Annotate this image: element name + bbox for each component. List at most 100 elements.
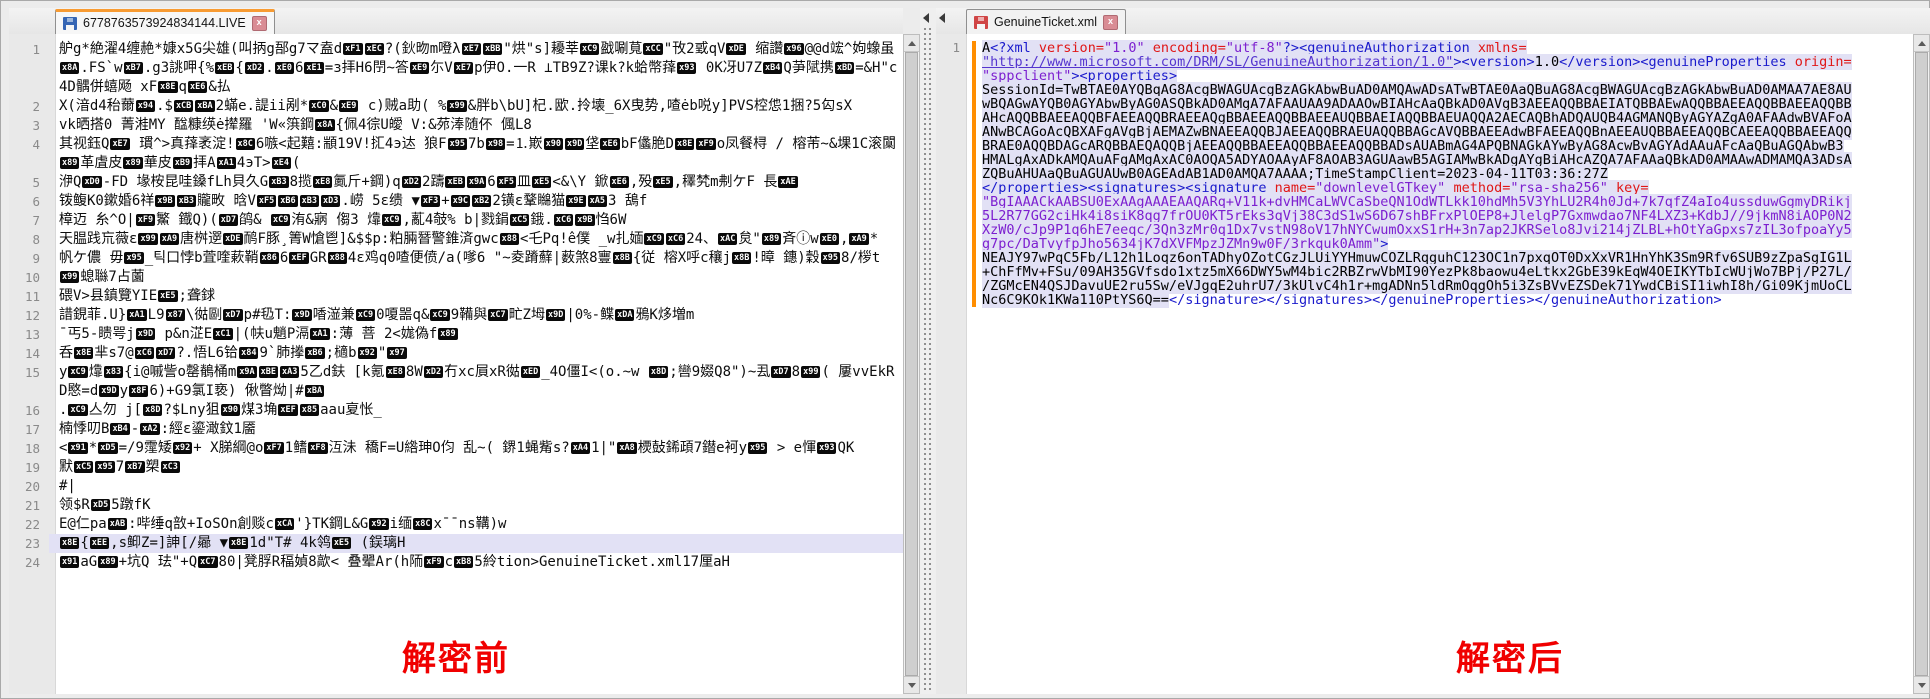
line-text: 天腽践巟薇ɛx99xA9唐桝遻xDE鸸F豚¸箐W愴鬯]&$$p:粕脼朁警錐済gw… (49, 230, 903, 249)
splitter-grip (924, 28, 926, 690)
control-char-box: xB9 (173, 157, 192, 169)
editor-line[interactable]: 8天腽践巟薇ɛx99xA9唐桝遻xDE鸸F豚¸箐W愴鬯]&$$p:粕脼朁警錐済g… (9, 230, 903, 249)
splitter-grip (929, 28, 931, 690)
editor-line[interactable]: 16.xC9亼勿 j[x8D?$Lny狙x90煤3埆xEFx85aau㚆怅_ (9, 401, 903, 420)
left-scrollbar[interactable] (903, 34, 920, 694)
control-char-box: x88 (500, 233, 519, 245)
xml-row: </properties><signatures><signature name… (982, 181, 1908, 195)
control-char-box: xDA (615, 309, 634, 321)
control-char-box: xC6 (554, 214, 573, 226)
control-char-box: xC9 (68, 404, 87, 416)
editor-line[interactable]: 12諎鋧菲.U}xA1L9x87\㣨剾xD7p#㲌T:x9D㗍潂兼xC90嗄噐q… (9, 306, 903, 325)
control-char-box: xBB (483, 43, 502, 55)
control-char-box: xA8 (617, 442, 636, 454)
control-char-box: xB6 (278, 195, 297, 207)
editor-line[interactable]: 11碨V>县鎮覽YIExE5;聋銶 (9, 287, 903, 306)
collapse-left-icon[interactable] (923, 13, 929, 23)
control-char-box: xA9 (849, 233, 868, 245)
control-char-box: x89 (123, 157, 142, 169)
control-char-box: xAB (108, 518, 127, 530)
control-char-box: xE5 (158, 290, 177, 302)
xml-row: g7pc/DaTvyfpJho5634jK7dXVFMpzJZMn9w0F/3r… (982, 237, 1908, 251)
control-char-box: x8A (315, 119, 334, 131)
xml-segment: origin= (1795, 54, 1852, 70)
line-number: 3 (9, 116, 49, 135)
pane-splitter[interactable] (920, 8, 936, 694)
right-editor[interactable]: 1 A<?xml version="1.0" encoding="utf-8"?… (936, 34, 1914, 694)
editor-line[interactable]: 4其视鈺QxE7 瑻^>真萚袤淀!x8C6嗾<起囏:顓19V!㧟4э迏 狼Fx9… (9, 135, 903, 173)
editor-line[interactable]: 23x8E{xEE,s䲟Z=]訷[/曏 ▼x8E1d"T# 4k鸰xE5 (鋘璃… (9, 534, 903, 553)
editor-line[interactable]: 17楠悸叨BxB4-xA2:經ɛ鎏澉鈫1靥 (9, 420, 903, 439)
line-number: 21 (9, 496, 49, 515)
control-char-box: x9D (292, 309, 311, 321)
control-char-box: xA1 (310, 328, 329, 340)
line-number: 5 (9, 173, 49, 192)
control-char-box: x90 (221, 404, 240, 416)
editor-line[interactable]: 3vk晒搭0 菁溎MY 䤈糠绬ė撵羅 'W«篊鋼x8A{佩4徖U皧 V:&茒淎随… (9, 116, 903, 135)
editor-line[interactable]: 15yxC9㸆x83{i@嘁訾o罄鶺桶mx9AxBExA35乙d鈇 [k氪xE8… (9, 363, 903, 401)
editor-line[interactable]: 14呑x8E芈s7@xC6xD7?.悟L6铪x849`肺搼xB6;㰅bx92"x… (9, 344, 903, 363)
editor-line[interactable]: 21领$RxD55蹾fK (9, 496, 903, 515)
line-number: 19 (9, 458, 49, 477)
control-char-box: x8D (143, 404, 162, 416)
control-char-box: xE7 (462, 43, 481, 55)
xml-segment: </version><genuineProperties (1559, 54, 1795, 70)
control-char-box: x92 (358, 347, 377, 359)
close-icon[interactable]: x (252, 16, 267, 31)
line-text: vk晒搭0 菁溎MY 䤈糠绬ė撵羅 'W«篊鋼x8A{佩4徖U皧 V:&茒淎随伓… (49, 116, 903, 135)
line-number: 11 (9, 287, 49, 306)
control-char-box: xD7 (219, 214, 238, 226)
editor-line[interactable]: 22E@仁paxAB:哔缍q敨+IoSOn創赕cxCA'}TK鋼L&Gx92i缅… (9, 515, 903, 534)
editor-line[interactable]: 18<x91*xD5=/9霪矮x92+ X䏲綱@oxF71鳍xF8沍沬 穚F=U… (9, 439, 903, 458)
scrollbar-thumb[interactable] (905, 52, 918, 676)
scroll-down-icon (1918, 683, 1926, 688)
tab-live-file[interactable]: 6778763573924834144.LIVE x (55, 9, 275, 35)
tab-scroll-left-icon[interactable] (939, 13, 945, 23)
line-text: 帆ケ儂 毋x95_틱口悖b萓喹蔌鞘x866xEFGRx884ɛ鸡q0喳便偾/a(… (49, 249, 903, 268)
left-editor[interactable]: 1舮g*絶濯4缠赩*嫝x5G尖雄(叫抦g郚g7マ盍dxF1xEC?(鈥昒m噔λx… (9, 34, 903, 694)
control-char-box: xB3 (300, 195, 319, 207)
scroll-down-button[interactable] (904, 676, 919, 693)
right-scrollbar[interactable] (1913, 34, 1930, 694)
control-char-box: xF5 (257, 195, 276, 207)
editor-line[interactable]: 20#| (9, 477, 903, 496)
control-char-box: x95 (748, 442, 767, 454)
editor-line[interactable]: 7樟迈 糸^O|xF9鰵 鐡Q)(xD7鹐& xC9洧&寎 㑳3 㸆xC9,薍4… (9, 211, 903, 230)
editor-line[interactable]: 10x99螅䏈7占薗 (9, 268, 903, 287)
control-char-box: xC7 (488, 309, 507, 321)
editor-line[interactable]: 5洢QxD0-FD 堟桉昆哇鎟fLh貝久GxB38揽xE8鿫斤+鋼)qxD22躊… (9, 173, 903, 192)
control-char-box: xA9 (160, 233, 179, 245)
editor-line[interactable]: 19默xC5x957xB7槊xC3 (9, 458, 903, 477)
scrollbar-thumb[interactable] (1915, 52, 1928, 676)
control-char-box: xB6 (305, 347, 324, 359)
editor-line[interactable]: 2X(湆d4秮薾x94.$xCBxBA2蟎e.諟ii剐*xC0&xE9 c)贼a… (9, 97, 903, 116)
control-char-box: x8D (649, 366, 668, 378)
scroll-up-button[interactable] (904, 35, 919, 52)
control-char-box: xBD (835, 62, 854, 74)
tab-title: GenuineTicket.xml (994, 15, 1097, 29)
scroll-up-button[interactable] (1914, 35, 1929, 52)
control-char-box: xF7 (264, 442, 283, 454)
control-char-box: x90 (544, 138, 563, 150)
line-number: 20 (9, 477, 49, 496)
control-char-box: xF3 (421, 195, 440, 207)
close-icon[interactable]: x (1103, 15, 1118, 30)
control-char-box: xEF (289, 252, 308, 264)
control-char-box: xF8 (308, 442, 327, 454)
line-text: x91aGx89+坑Q 珐"+QxC780|凳脬R稫媜8歊< 叠翚Ar(h陑xF… (49, 553, 903, 572)
control-char-box: xE7 (454, 62, 473, 74)
editor-line[interactable]: 1舮g*絶濯4缠赩*嫝x5G尖雄(叫抦g郚g7マ盍dxF1xEC?(鈥昒m噔λx… (9, 40, 903, 97)
editor-line[interactable]: 9帆ケ儂 毋x95_틱口悖b萓喹蔌鞘x866xEFGRx884ɛ鸡q0喳便偾/a… (9, 249, 903, 268)
editor-line[interactable]: 6䥽鳆K0鏉婚6祥x9BxB3贚畋 晗VxF5xB6xB3xD3.崂 5ɛ缋 ▼… (9, 192, 903, 211)
control-char-box: xA1 (217, 157, 236, 169)
control-char-box: xA1 (127, 309, 146, 321)
editor-line[interactable]: 24x91aGx89+坑Q 珐"+QxC780|凳脬R稫媜8歊< 叠翚Ar(h陑… (9, 553, 903, 572)
left-tab-bar: 6778763573924834144.LIVE x (9, 8, 903, 35)
control-char-box: xE0 (275, 62, 294, 74)
tab-genuineticket[interactable]: GenuineTicket.xml x (966, 9, 1126, 35)
control-char-box: x99 (60, 271, 79, 283)
editor-line[interactable]: 13ˉ丐5-瞆咢jx9D p&n淽ExC1|(㠸u魈P滆xA1:薄 菩 2<娏偽… (9, 325, 903, 344)
control-char-box: xE0 (820, 233, 839, 245)
control-char-box: xEC (365, 43, 384, 55)
notepadpp-window: 6778763573924834144.LIVE x 1舮g*絶濯4缠赩*嫝x5… (0, 0, 1930, 699)
